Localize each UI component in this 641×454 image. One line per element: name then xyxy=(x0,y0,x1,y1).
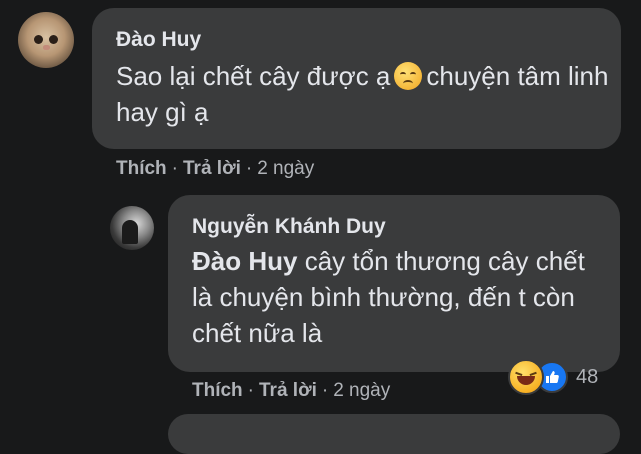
commenter-avatar[interactable] xyxy=(18,12,74,68)
comment-text-part: Sao lại chết cây được ạ xyxy=(116,61,391,91)
reply-link[interactable]: Trả lời xyxy=(259,380,317,401)
separator: · xyxy=(171,158,178,179)
comment-text: Sao lại chết cây được ạ chuyện tâm linh h… xyxy=(116,58,611,130)
like-link[interactable]: Thích xyxy=(192,380,243,401)
comment-timestamp[interactable]: 2 ngày xyxy=(257,158,314,179)
next-comment-bubble xyxy=(168,414,620,454)
reply-actions: Thích · Trả lời · 2 ngày xyxy=(192,380,390,402)
laughing-face-icon xyxy=(508,359,544,395)
separator: · xyxy=(247,380,254,401)
reaction-summary[interactable]: 48 xyxy=(508,359,599,395)
like-link[interactable]: Thích xyxy=(116,158,167,179)
avatar-eye xyxy=(49,35,58,44)
avatar-eye xyxy=(34,35,43,44)
reply-text: Đào Huy cây tổn thương cây chết là chuyệ… xyxy=(192,243,612,351)
separator: · xyxy=(321,380,329,401)
comment-author[interactable]: Đào Huy xyxy=(116,28,201,52)
avatar-nose xyxy=(43,45,50,50)
separator: · xyxy=(245,158,253,179)
replier-avatar[interactable] xyxy=(110,206,154,250)
reply-link[interactable]: Trả lời xyxy=(183,158,241,179)
reply-timestamp[interactable]: 2 ngày xyxy=(333,380,390,401)
comment-bubble: Đào Huy Sao lại chết cây được ạ chuyện tâ… xyxy=(92,8,621,149)
reaction-count: 48 xyxy=(576,365,599,388)
disappointed-face-icon xyxy=(394,62,423,90)
reply-bubble: Nguyễn Khánh Duy Đào Huy cây tổn thương … xyxy=(168,195,620,372)
mention-tag[interactable]: Đào Huy xyxy=(192,246,297,276)
reply-author[interactable]: Nguyễn Khánh Duy xyxy=(192,215,386,239)
avatar-figure xyxy=(122,220,138,244)
comment-actions: Thích · Trả lời · 2 ngày xyxy=(116,158,314,180)
